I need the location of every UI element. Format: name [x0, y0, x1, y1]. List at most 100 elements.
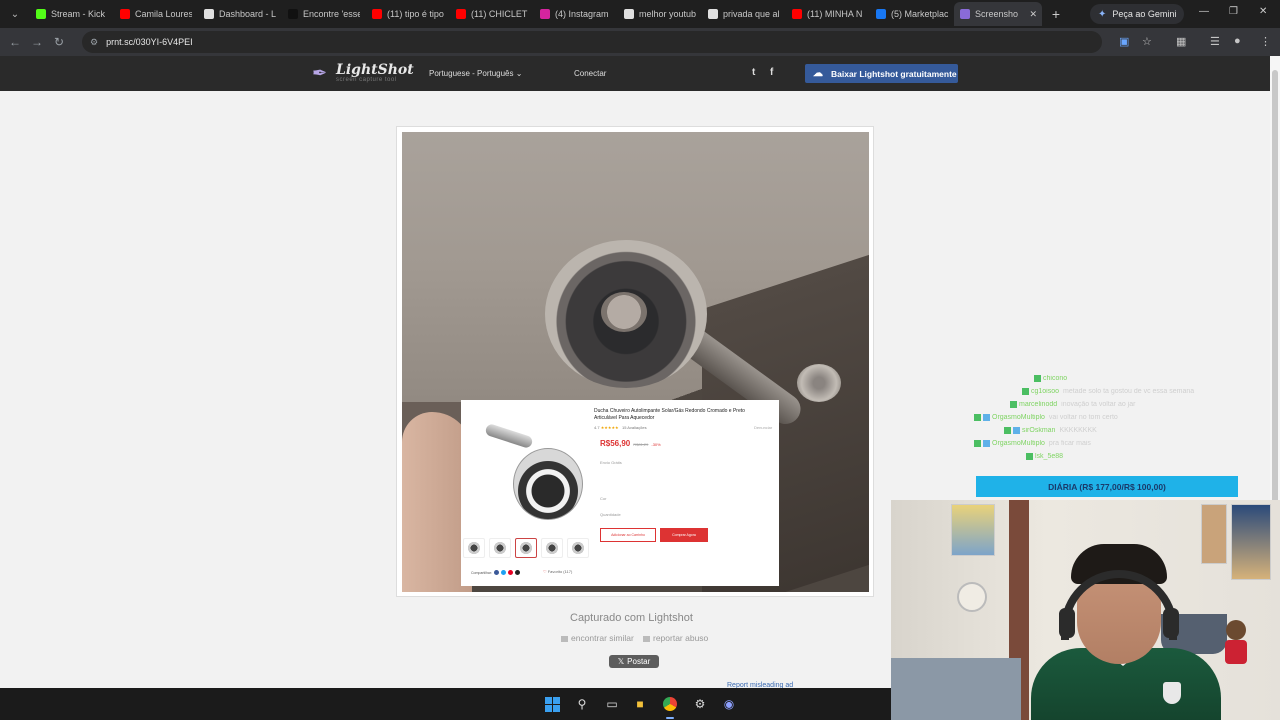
report-abuse-link[interactable]: reportar abuso	[643, 633, 708, 643]
extensions-icon[interactable]: ▦	[1176, 35, 1186, 48]
post-on-x-button[interactable]: 𝕏 Postar	[609, 655, 659, 668]
chat-message: OrgasmoMultiplo pra ficar mais	[974, 437, 1244, 450]
translate-icon[interactable]: ▣	[1119, 35, 1129, 48]
product-thumbnail[interactable]	[463, 538, 485, 558]
browser-tab[interactable]: melhor youtub	[618, 2, 702, 26]
minimize-icon[interactable]: —	[1199, 6, 1209, 17]
sub-badge-icon	[983, 440, 990, 447]
url-field[interactable]: ⚙ prnt.sc/030YI-6V4PEI	[82, 31, 1102, 53]
tab-favicon-icon	[708, 9, 718, 19]
chat-text: inovação ta voltar ao jar	[1061, 401, 1136, 408]
tab-favicon-icon	[288, 9, 298, 19]
screenshot-image[interactable]: Compartilhar: ♡ Favorito (117) Ducha Chu…	[402, 132, 869, 592]
restore-icon[interactable]: ❐	[1229, 6, 1238, 17]
chrome-icon[interactable]	[662, 696, 678, 712]
chevron-down-icon: ⌄	[515, 69, 523, 78]
gemini-label: Peça ao Gemini	[1112, 9, 1177, 19]
bed	[891, 658, 1021, 720]
start-icon[interactable]	[544, 696, 560, 712]
screenshot-frame: Compartilhar: ♡ Favorito (117) Ducha Chu…	[396, 126, 874, 597]
chat-message: marcelinodd inovação ta voltar ao jar	[974, 398, 1244, 411]
browser-tab[interactable]: Dashboard - L	[198, 2, 282, 26]
browser-tab[interactable]: (11) MINHA N	[786, 2, 870, 26]
discord-icon[interactable]: ◉	[721, 696, 737, 712]
windows-taskbar: ⚲ ▭ ■ ⚙ ◉	[0, 688, 891, 720]
facebook-icon[interactable]: f	[770, 67, 773, 78]
chat-username: lsk_5e88	[1035, 453, 1064, 460]
browser-tab[interactable]: Camila Loures	[114, 2, 198, 26]
browser-tab[interactable]: Encontre 'esse	[282, 2, 366, 26]
tab-search-chevron-icon[interactable]: ⌄	[4, 3, 26, 25]
share-facebook-icon[interactable]	[494, 570, 500, 575]
tab-favicon-icon	[624, 9, 634, 19]
media-controls-icon[interactable]: ☰	[1210, 35, 1220, 48]
report-link[interactable]: Denunciar	[754, 425, 772, 430]
language-select[interactable]: Portuguese - Português ⌄	[429, 69, 522, 78]
active-app-indicator	[666, 717, 674, 719]
chat-username: sirOskman	[1022, 427, 1056, 434]
address-bar-row: ← → ↻ ⚙ prnt.sc/030YI-6V4PEI	[0, 28, 1280, 56]
gemini-button[interactable]: ✦ Peça ao Gemini	[1090, 4, 1185, 24]
tab-title: Camila Loures	[135, 9, 192, 19]
product-price-row: R$56,90 R$81,29 -30%	[600, 439, 661, 448]
chat-text: pra ficar mais	[1048, 440, 1091, 447]
tab-favicon-icon	[456, 9, 466, 19]
reviews-count: 15 Avaliações	[621, 425, 647, 430]
chat-message: OrgasmoMultiplo vai voltar no tom certo	[974, 411, 1244, 424]
twitter-icon[interactable]: t	[752, 67, 755, 78]
connect-link[interactable]: Conectar	[574, 69, 606, 78]
browser-tab[interactable]: privada que al	[702, 2, 786, 26]
chat-text: vai voltar no tom certo	[1048, 414, 1118, 421]
browser-tab[interactable]: (5) Marketplac	[870, 2, 954, 26]
sub-badge-icon	[1013, 427, 1020, 434]
site-info-icon[interactable]: ⚙	[90, 37, 98, 48]
shower-head	[545, 240, 707, 388]
profile-avatar[interactable]: ●	[1234, 35, 1241, 47]
forward-icon[interactable]: →	[26, 35, 48, 49]
search-icon[interactable]: ⚲	[574, 696, 590, 712]
chat-username: cg1oisoo	[1031, 388, 1060, 395]
lightshot-logo[interactable]: ✒ LightShot screen capture tool	[312, 62, 414, 84]
bookmark-star-icon[interactable]: ☆	[1142, 35, 1152, 48]
browser-menu-icon[interactable]: ⋮	[1260, 35, 1271, 48]
add-to-cart-button[interactable]: Adicionar ao Carrinho	[600, 528, 656, 542]
new-tab-button[interactable]: +	[1046, 6, 1066, 22]
scrollbar-thumb[interactable]	[1272, 70, 1278, 510]
share-other-icon[interactable]	[515, 570, 521, 575]
file-explorer-icon[interactable]: ■	[632, 696, 648, 712]
product-thumbnail[interactable]	[515, 538, 537, 558]
chat-text: KKKKKKKK	[1059, 427, 1097, 434]
sub-badge-icon	[983, 414, 990, 421]
download-button[interactable]: ☁ Baixar Lightshot gratuitamente	[805, 64, 958, 83]
report-abuse-label: reportar abuso	[653, 633, 709, 643]
find-similar-link[interactable]: encontrar similar	[561, 633, 634, 643]
browser-tab[interactable]: (11) CHICLETE	[450, 2, 534, 26]
settings-gear-icon[interactable]: ⚙	[692, 696, 708, 712]
buy-now-button[interactable]: Comprar Agora	[660, 528, 708, 542]
tab-title: (11) tipo é tipo	[387, 9, 444, 19]
back-icon[interactable]: ←	[4, 35, 26, 49]
quantity-label: Quantidade	[600, 512, 621, 517]
tab-title: melhor youtub	[639, 9, 696, 19]
browser-tab[interactable]: (11) tipo é tipo	[366, 2, 450, 26]
product-thumbnail[interactable]	[567, 538, 589, 558]
share-pinterest-icon[interactable]	[508, 570, 514, 575]
reload-icon[interactable]: ↻	[48, 35, 70, 49]
product-price: R$56,90	[600, 439, 631, 448]
browser-tab[interactable]: Stream - Kick	[30, 2, 114, 26]
tab-title: privada que al	[723, 9, 780, 19]
product-thumbnail[interactable]	[541, 538, 563, 558]
browser-tab[interactable]: (4) Instagram	[534, 2, 618, 26]
share-twitter-icon[interactable]	[501, 570, 507, 575]
chat-username: OrgasmoMultiplo	[992, 414, 1045, 421]
tab-title: Dashboard - L	[219, 9, 276, 19]
product-thumbnail[interactable]	[489, 538, 511, 558]
tab-screenshot-active[interactable]: Screensho ✕	[954, 2, 1042, 26]
task-view-icon[interactable]: ▭	[604, 696, 620, 712]
favorite-link[interactable]: ♡ Favorito (117)	[543, 569, 572, 574]
page-scrollbar[interactable]	[1270, 56, 1280, 510]
tab-close-icon[interactable]: ✕	[1029, 9, 1037, 20]
url-text: prnt.sc/030YI-6V4PEI	[106, 37, 193, 47]
chat-message: chicono	[974, 372, 1244, 385]
window-close-icon[interactable]: ✕	[1259, 6, 1267, 17]
